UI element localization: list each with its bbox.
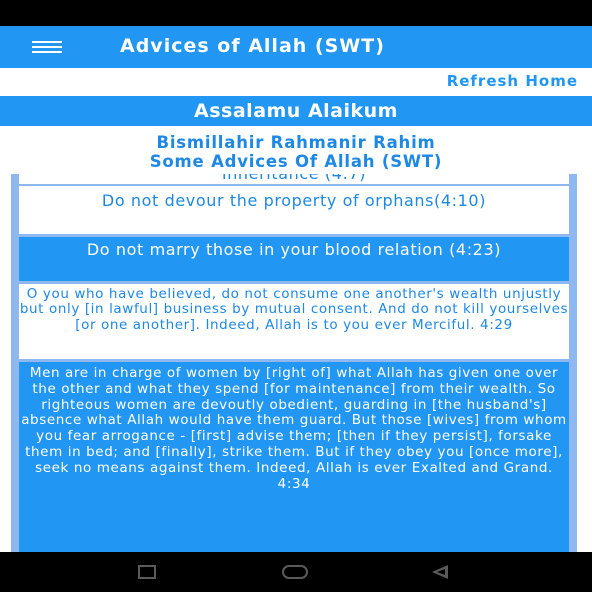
hamburger-menu-icon[interactable] <box>32 41 62 55</box>
app-title: Advices of Allah (SWT) <box>120 35 385 57</box>
list-item-text: Do not marry those in your blood relatio… <box>86 240 502 259</box>
list-item-text: Do not devour the property of orphans(4:… <box>101 191 487 210</box>
list-item[interactable]: O you who have believed, do not consume … <box>19 284 569 359</box>
status-bar <box>0 0 592 26</box>
heading-block: Bismillahir Rahmanir Rahim Some Advices … <box>0 126 592 174</box>
heading-line-1: Bismillahir Rahmanir Rahim <box>156 133 436 152</box>
refresh-home-button[interactable]: Refresh Home <box>447 72 578 90</box>
advices-list[interactable]: Inheritance (4:7) Do not devour the prop… <box>0 174 592 552</box>
list-frame: Inheritance (4:7) Do not devour the prop… <box>11 174 577 552</box>
list-item[interactable]: Do not marry those in your blood relatio… <box>19 237 569 281</box>
circle-home-icon[interactable] <box>282 565 308 579</box>
list-item[interactable]: Do not devour the property of orphans(4:… <box>19 186 569 234</box>
triangle-back-icon[interactable] <box>432 565 448 579</box>
heading-line-2: Some Advices Of Allah (SWT) <box>149 152 443 171</box>
list-item-text: Inheritance (4:7) <box>19 174 569 184</box>
app-bar: Advices of Allah (SWT) <box>0 26 592 68</box>
list-item-text: Men are in charge of women by [right of]… <box>21 365 567 492</box>
greeting-banner: Assalamu Alaikum <box>0 96 592 126</box>
list-item[interactable]: Men are in charge of women by [right of]… <box>19 362 569 552</box>
list-item-text: O you who have believed, do not consume … <box>19 286 569 333</box>
square-recents-icon[interactable] <box>138 565 156 579</box>
list-item[interactable]: Inheritance (4:7) <box>19 174 569 184</box>
toolbar-row: Refresh Home <box>0 68 592 96</box>
system-nav-bar <box>0 552 592 592</box>
